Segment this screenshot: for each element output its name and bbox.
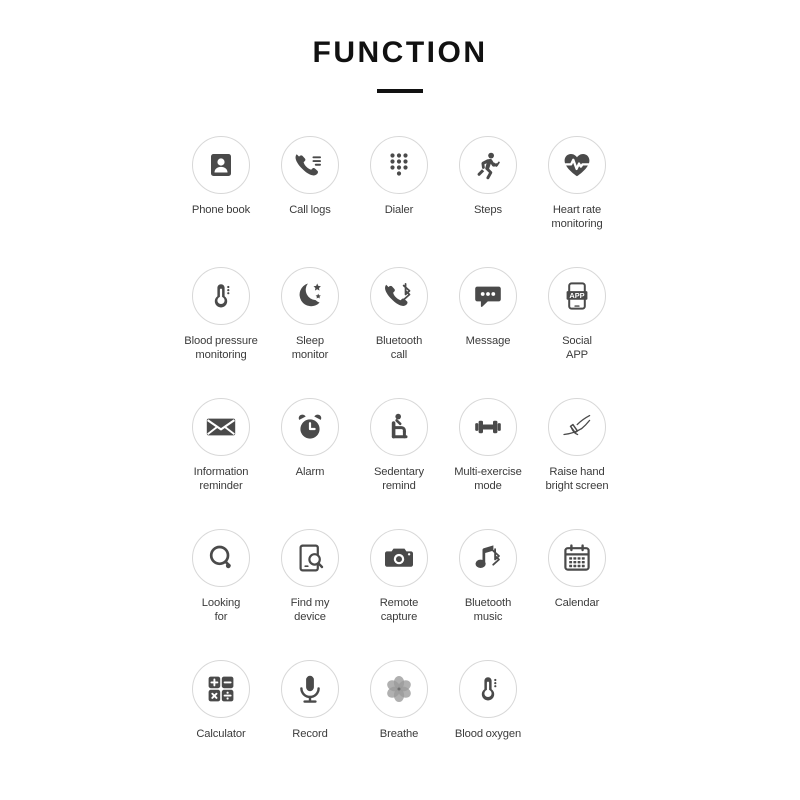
feature-item[interactable]: Multi-exercise mode — [444, 398, 533, 529]
phone-bluetooth-icon[interactable] — [370, 267, 428, 325]
feature-label: Looking for — [201, 597, 241, 624]
feature-item[interactable]: Information reminder — [177, 398, 266, 529]
feature-label: Record — [292, 728, 328, 740]
raise-wrist-icon[interactable] — [548, 398, 606, 456]
feature-item[interactable]: Heart rate monitoring — [533, 136, 622, 267]
feature-label: Sedentary remind — [373, 466, 425, 493]
feature-item[interactable]: Blood oxygen — [444, 660, 533, 791]
feature-label: Dialer — [384, 204, 414, 216]
feature-item[interactable]: Sleep monitor — [266, 267, 355, 398]
feature-item[interactable]: Breathe — [355, 660, 444, 791]
camera-icon[interactable] — [370, 529, 428, 587]
feature-item[interactable]: Sedentary remind — [355, 398, 444, 529]
page-title: FUNCTION — [312, 36, 488, 69]
microphone-icon[interactable] — [281, 660, 339, 718]
svg-text:APP: APP — [569, 291, 584, 300]
alarm-clock-icon[interactable] — [281, 398, 339, 456]
feature-label: Multi-exercise mode — [454, 466, 522, 493]
feature-item[interactable]: Remote capture — [355, 529, 444, 660]
dumbbell-icon[interactable] — [459, 398, 517, 456]
contact-card-icon[interactable] — [192, 136, 250, 194]
phone-app-icon[interactable]: APP — [548, 267, 606, 325]
calculator-icon[interactable] — [192, 660, 250, 718]
moon-stars-icon[interactable] — [281, 267, 339, 325]
feature-label: Heart rate monitoring — [551, 204, 603, 231]
feature-item[interactable]: Phone book — [177, 136, 266, 267]
feature-label: Social APP — [562, 335, 592, 362]
envelope-icon[interactable] — [192, 398, 250, 456]
magnifier-icon[interactable] — [192, 529, 250, 587]
feature-label: Find my device — [290, 597, 330, 624]
feature-label: Blood pressure monitoring — [184, 335, 258, 362]
title-divider — [377, 89, 423, 93]
feature-item[interactable]: Dialer — [355, 136, 444, 267]
feature-item[interactable]: Calendar — [533, 529, 622, 660]
feature-label: Calendar — [554, 597, 600, 609]
feature-grid: Phone book Call logs Dialer Steps Heart rate… — [177, 136, 622, 791]
phone-search-icon[interactable] — [281, 529, 339, 587]
calendar-icon[interactable] — [548, 529, 606, 587]
feature-label: Call logs — [289, 204, 331, 216]
feature-item[interactable]: Bluetooth music — [444, 529, 533, 660]
page-header: FUNCTION — [0, 0, 800, 93]
feature-label: Alarm — [295, 466, 325, 478]
feature-label: Bluetooth music — [464, 597, 512, 624]
feature-label: Breathe — [379, 728, 419, 740]
feature-label: Raise hand bright screen — [545, 466, 609, 493]
feature-item[interactable]: Record — [266, 660, 355, 791]
heart-pulse-icon[interactable] — [548, 136, 606, 194]
feature-label: Blood oxygen — [454, 728, 522, 740]
feature-item[interactable]: Looking for — [177, 529, 266, 660]
feature-label: Information reminder — [193, 466, 249, 493]
feature-label: Sleep monitor — [291, 335, 329, 362]
feature-item[interactable]: Alarm — [266, 398, 355, 529]
feature-item[interactable]: Bluetooth call — [355, 267, 444, 398]
dialpad-icon[interactable] — [370, 136, 428, 194]
thermometer-gauge-icon[interactable] — [192, 267, 250, 325]
feature-item[interactable]: Calculator — [177, 660, 266, 791]
feature-item[interactable]: Find my device — [266, 529, 355, 660]
speech-bubble-icon[interactable] — [459, 267, 517, 325]
feature-item[interactable]: APP Social APP — [533, 267, 622, 398]
feature-label: Message — [465, 335, 511, 347]
blood-oxygen-icon[interactable] — [459, 660, 517, 718]
feature-label: Phone book — [191, 204, 251, 216]
feature-item[interactable]: Raise hand bright screen — [533, 398, 622, 529]
flower-breathe-icon[interactable] — [370, 660, 428, 718]
feature-item[interactable]: Message — [444, 267, 533, 398]
feature-item[interactable]: Call logs — [266, 136, 355, 267]
seated-person-icon[interactable] — [370, 398, 428, 456]
running-person-icon[interactable] — [459, 136, 517, 194]
feature-item[interactable]: Steps — [444, 136, 533, 267]
feature-label: Remote capture — [379, 597, 419, 624]
feature-label: Calculator — [196, 728, 246, 740]
phone-log-icon[interactable] — [281, 136, 339, 194]
feature-label: Steps — [473, 204, 503, 216]
music-bluetooth-icon[interactable] — [459, 529, 517, 587]
feature-item[interactable]: Blood pressure monitoring — [177, 267, 266, 398]
feature-label: Bluetooth call — [375, 335, 423, 362]
